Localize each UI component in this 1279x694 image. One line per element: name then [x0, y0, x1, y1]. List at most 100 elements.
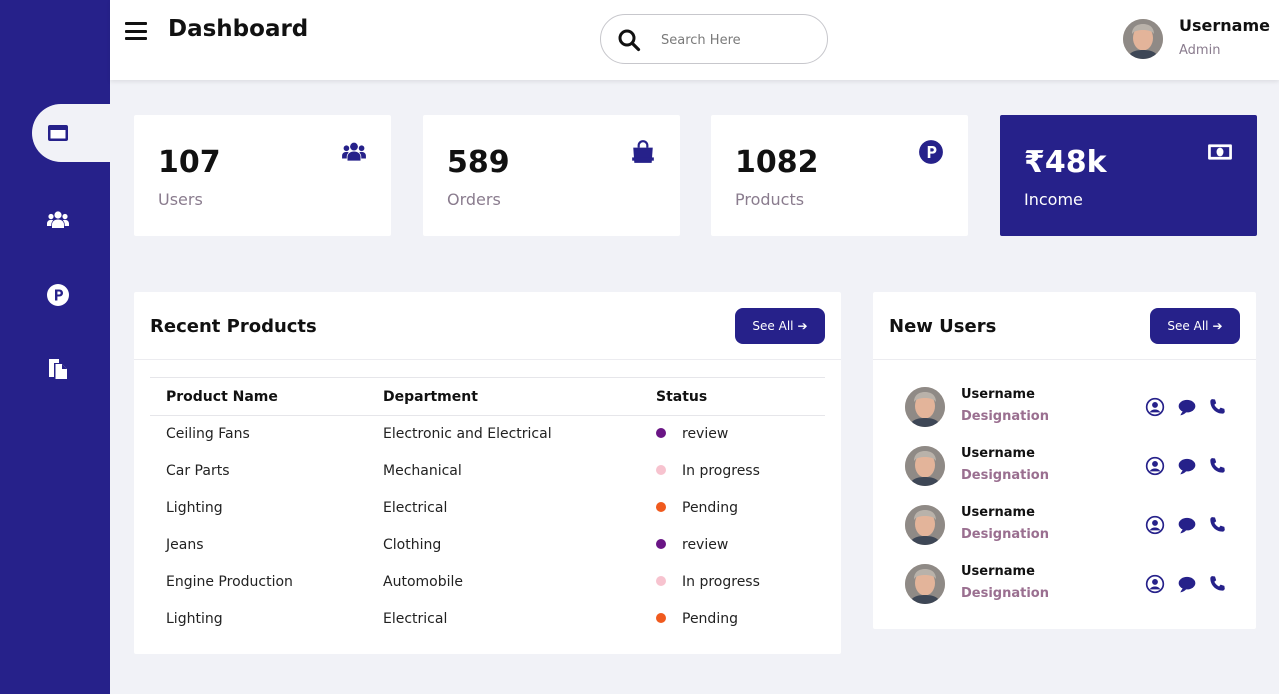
- top-header: Dashboard Username Admin: [110, 0, 1279, 80]
- user-avatar[interactable]: [1123, 19, 1163, 59]
- department-cell: Automobile: [383, 574, 463, 590]
- status-text: In progress: [682, 574, 760, 590]
- department-cell: Clothing: [383, 537, 442, 553]
- status-text: In progress: [682, 463, 760, 479]
- sidebar-item-products[interactable]: [32, 266, 110, 324]
- avatar[interactable]: [905, 387, 945, 427]
- search-box[interactable]: [600, 14, 828, 64]
- sidebar-item-dashboard[interactable]: [32, 104, 110, 162]
- parking-icon: [919, 140, 943, 164]
- status-cell: In progress: [640, 453, 825, 490]
- status-cell: Pending: [640, 601, 825, 638]
- status-dot: [656, 465, 666, 475]
- users-icon: [47, 211, 69, 228]
- hamburger-menu-icon[interactable]: [125, 22, 147, 40]
- table-row[interactable]: Car Parts Mechanical In progress: [150, 453, 825, 490]
- stat-label: Income: [1024, 190, 1083, 209]
- phone-icon[interactable]: [1207, 574, 1227, 594]
- status-cell: Pending: [640, 490, 825, 527]
- user-designation: Designation: [961, 409, 1049, 424]
- profile-icon[interactable]: [1145, 456, 1165, 476]
- recent-products-panel: Recent Products See All ➔ Product Name D…: [134, 292, 841, 654]
- see-all-products-button[interactable]: See All ➔: [735, 308, 825, 344]
- phone-icon[interactable]: [1207, 515, 1227, 535]
- user-designation: Designation: [961, 527, 1049, 542]
- table-row[interactable]: Lighting Electrical Pending: [150, 601, 825, 638]
- user-list-item[interactable]: Username Designation: [873, 505, 1256, 564]
- stat-value: ₹48k: [1024, 145, 1107, 180]
- avatar[interactable]: [905, 505, 945, 545]
- user-list-item[interactable]: Username Designation: [873, 564, 1256, 623]
- button-label: See All: [1167, 319, 1209, 333]
- sidebar-item-users[interactable]: [32, 191, 110, 249]
- new-users-panel: New Users See All ➔ Username Designation U…: [873, 292, 1256, 629]
- table-row[interactable]: Lighting Electrical Pending: [150, 490, 825, 527]
- department-cell: Electrical: [383, 611, 448, 627]
- parking-icon: [47, 284, 69, 306]
- status-text: review: [682, 426, 729, 443]
- stat-label: Products: [735, 190, 805, 209]
- stat-card-income[interactable]: ₹48k Income: [1000, 115, 1257, 236]
- sidebar: [0, 0, 110, 694]
- phone-icon[interactable]: [1207, 397, 1227, 417]
- stat-value: 107: [158, 145, 221, 180]
- status-text: Pending: [682, 500, 738, 516]
- profile-icon[interactable]: [1145, 574, 1165, 594]
- phone-icon[interactable]: [1207, 456, 1227, 476]
- user-list-item[interactable]: Username Designation: [873, 446, 1256, 505]
- department-cell: Mechanical: [383, 463, 462, 479]
- user-name: Username: [961, 446, 1035, 461]
- shopping-bag-icon: [632, 140, 654, 163]
- button-label: See All: [752, 319, 794, 333]
- table-row[interactable]: Ceiling Fans Electronic and Electrical rev…: [150, 416, 825, 453]
- column-header: Status: [640, 377, 825, 416]
- table-header-row: Product Name Department Status: [150, 377, 825, 416]
- department-cell: Electronic and Electrical: [383, 426, 552, 443]
- page-title: Dashboard: [168, 16, 309, 42]
- chat-icon[interactable]: [1177, 574, 1197, 594]
- window-icon: [48, 125, 68, 141]
- status-text: review: [682, 537, 729, 553]
- stat-value: 1082: [735, 145, 819, 180]
- user-name: Username: [961, 387, 1035, 402]
- arrow-right-icon: ➔: [1212, 319, 1223, 333]
- avatar[interactable]: [905, 446, 945, 486]
- stat-card-orders[interactable]: 589 Orders: [423, 115, 680, 236]
- divider: [873, 359, 1256, 360]
- stat-value: 589: [447, 145, 510, 180]
- chat-icon[interactable]: [1177, 515, 1197, 535]
- chat-icon[interactable]: [1177, 456, 1197, 476]
- chat-icon[interactable]: [1177, 397, 1197, 417]
- status-cell: review: [640, 527, 825, 564]
- search-icon[interactable]: [617, 28, 641, 52]
- search-input[interactable]: [661, 27, 811, 53]
- users-icon: [342, 142, 366, 161]
- stat-card-users[interactable]: 107 Users: [134, 115, 391, 236]
- status-dot: [656, 502, 666, 512]
- money-bill-icon: [1208, 144, 1232, 160]
- product-name-cell: Engine Production: [166, 574, 293, 590]
- sidebar-item-documents[interactable]: [32, 340, 110, 398]
- user-name: Username: [961, 505, 1035, 520]
- table-row[interactable]: Jeans Clothing review: [150, 527, 825, 564]
- panel-title: New Users: [889, 316, 997, 337]
- panel-title: Recent Products: [150, 316, 317, 337]
- user-name: Username: [961, 564, 1035, 579]
- status-dot: [656, 613, 666, 623]
- user-designation: Designation: [961, 468, 1049, 483]
- user-list-item[interactable]: Username Designation: [873, 387, 1256, 446]
- avatar[interactable]: [905, 564, 945, 604]
- profile-icon[interactable]: [1145, 515, 1165, 535]
- copy-icon: [49, 359, 67, 379]
- arrow-right-icon: ➔: [797, 319, 808, 333]
- status-dot: [656, 539, 666, 549]
- table-row[interactable]: Engine Production Automobile In progress: [150, 564, 825, 601]
- status-dot: [656, 576, 666, 586]
- stat-card-products[interactable]: 1082 Products: [711, 115, 968, 236]
- profile-icon[interactable]: [1145, 397, 1165, 417]
- status-text: Pending: [682, 611, 738, 627]
- product-name-cell: Jeans: [166, 537, 204, 553]
- stat-label: Orders: [447, 190, 501, 209]
- stat-label: Users: [158, 190, 203, 209]
- see-all-users-button[interactable]: See All ➔: [1150, 308, 1240, 344]
